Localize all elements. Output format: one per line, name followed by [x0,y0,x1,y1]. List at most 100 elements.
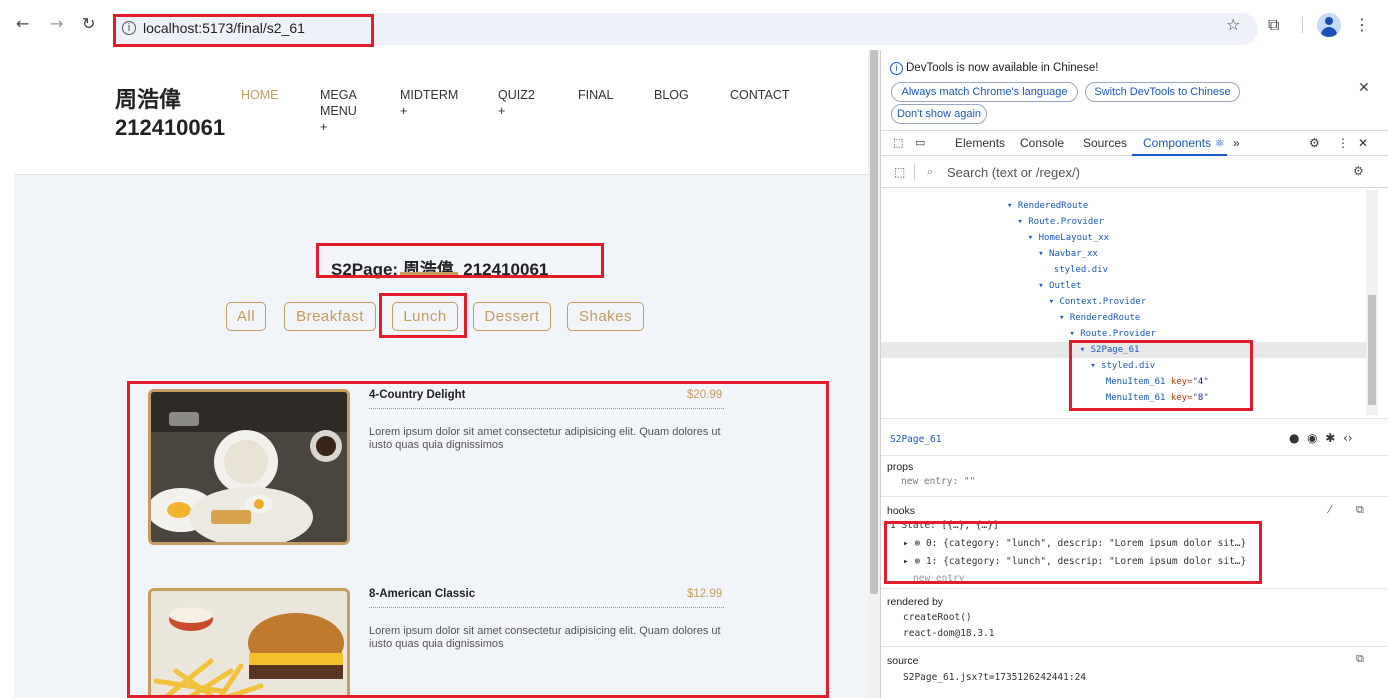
reload-icon[interactable]: ↻ [82,14,95,33]
tree-node-label: ▾ RenderedRoute [1059,313,1141,323]
tree-settings-gear-icon[interactable]: ⚙ [1353,164,1364,178]
expand-arrow-icon[interactable]: ▸ [903,556,909,567]
remove-entry-icon[interactable]: ⊗ [914,538,920,549]
tree-node[interactable]: ▾ Navbar_xx [1038,248,1098,260]
nav-label: HOME [241,88,279,102]
match-language-button[interactable]: Always match Chrome's language [891,82,1078,102]
tree-node[interactable]: styled.div [1054,264,1108,276]
component-action-icons[interactable]: ● ◉ ✱ ‹› [1289,431,1353,445]
view-source-icon[interactable]: ‹› [1343,431,1353,445]
hook-state[interactable]: 1 State: [{…}, {…}] [890,520,999,531]
nav-label: QUIZ2 + [498,88,535,118]
selected-component-name: S2Page_61 [890,434,942,445]
tree-node[interactable]: ▾ Outlet [1038,280,1081,292]
title-underline [400,272,458,275]
tree-node-label: ▾ Route.Provider [1069,329,1157,339]
notice-text: DevTools is now available in Chinese! [906,62,1099,74]
inspect-element-icon[interactable]: ⬚ [893,136,903,149]
scrollbar-thumb[interactable] [870,50,878,594]
page-scrollbar[interactable] [868,50,880,698]
tree-node-key-value: 8 [1197,393,1204,403]
tree-node[interactable]: ▾ HomeLayout_xx [1028,232,1109,244]
filter-lunch-button[interactable]: Lunch [392,302,458,331]
source-location[interactable]: S2Page_61.jsx?t=1735126242441:24 [903,672,1086,683]
hook-state-item[interactable]: ▸ ⊗ 0: {category: "lunch", descrip: "Lor… [903,538,1246,549]
hooks-new-entry[interactable]: new entry [913,573,964,584]
hook-state-item[interactable]: ▸ ⊗ 1: {category: "lunch", descrip: "Lor… [903,556,1246,567]
component-search-bar: ⬚ ⌕ Search (text or /regex/) ⚙ [881,158,1388,188]
nav-quiz2[interactable]: QUIZ2 + [498,87,535,119]
settings-gear-icon[interactable]: ⚙ [1309,136,1320,150]
devtools-panel: i DevTools is now available in Chinese! A… [880,50,1388,698]
star-icon[interactable]: ☆ [1226,15,1240,34]
expand-arrow-icon[interactable]: ▸ [903,538,909,549]
dont-show-again-button[interactable]: Don't show again [891,104,987,124]
more-tabs-icon[interactable]: » [1233,136,1240,150]
copy-source-icon[interactable]: ⧉ [1356,652,1364,666]
tree-node-label: ▾ Outlet [1038,281,1082,291]
tree-node[interactable]: ▾ styled.div [1090,360,1155,372]
back-arrow-icon[interactable]: ← [16,14,29,33]
filter-shakes-button[interactable]: Shakes [567,302,644,331]
forward-arrow-icon[interactable]: → [50,14,63,33]
device-toggle-icon[interactable]: ▭ [915,136,925,149]
nav-home[interactable]: HOME [241,87,279,103]
tree-node[interactable]: ▾ RenderedRoute [1059,312,1140,324]
search-input[interactable]: Search (text or /regex/) [947,165,1080,180]
tree-scrollbar-thumb[interactable] [1368,295,1376,405]
tree-node[interactable]: ▾ Route.Provider [1017,216,1104,228]
tree-node-label: ▾ styled.div [1090,361,1156,371]
item-divider [369,607,724,608]
select-component-icon[interactable]: ⬚ [894,165,905,179]
nav-contact[interactable]: CONTACT [730,87,790,103]
inspect-dom-icon[interactable]: ◉ [1307,431,1317,445]
tree-node-label: ▾ HomeLayout_xx [1027,233,1110,243]
suspend-icon[interactable]: ● [1289,431,1299,445]
bug-icon[interactable]: ✱ [1325,431,1335,445]
menu-item-image [148,588,350,698]
site-brand[interactable]: 周浩偉 212410061 [115,86,225,142]
tab-console[interactable]: Console [1020,136,1064,150]
props-new-entry[interactable]: new entry: "" [901,476,975,487]
item-divider [369,408,724,409]
rendered-by-package: react-dom@18.3.1 [903,628,995,639]
nav-mega-menu[interactable]: MEGA MENU + [320,87,357,135]
switch-chinese-button[interactable]: Switch DevTools to Chinese [1085,82,1240,102]
kebab-menu-icon[interactable]: ⋮ [1354,15,1370,34]
rendered-by-root: createRoot() [903,612,972,623]
tree-node-label: ▾ Context.Provider [1048,297,1147,307]
remove-entry-icon[interactable]: ⊗ [914,556,920,567]
nav-final[interactable]: FINAL [578,87,613,103]
copy-icon[interactable]: ⧉ [1356,503,1364,517]
tab-sources[interactable]: Sources [1083,136,1127,150]
tab-components[interactable]: Components ⚛ [1143,136,1225,150]
tab-elements[interactable]: Elements [955,136,1005,150]
close-icon[interactable]: ✕ [1358,80,1370,96]
magic-wand-icon[interactable]: ⁄ [1329,503,1331,516]
devtools-menu-icon[interactable]: ⋮ [1337,136,1349,150]
tree-node[interactable]: ▾ RenderedRoute [1007,200,1088,212]
info-icon: i [890,62,903,75]
tree-node[interactable]: MenuItem_61 key="8" [1106,392,1209,404]
filter-dessert-button[interactable]: Dessert [473,302,551,331]
close-devtools-icon[interactable]: ✕ [1358,136,1368,150]
devtools-language-notice: i DevTools is now available in Chinese! [890,62,1098,75]
puzzle-icon[interactable]: ⧉ [1268,15,1279,35]
address-bar[interactable]: i localhost:5173/final/s2_61 [112,13,1258,45]
tree-node[interactable]: ▾ Route.Provider [1069,328,1156,340]
rendered-by-label: rendered by [887,596,944,608]
tree-scrollbar[interactable] [1366,190,1378,415]
filter-all-button[interactable]: All [226,302,266,331]
nav-midterm[interactable]: MIDTERM + [400,87,458,119]
tree-node[interactable]: ▾ S2Page_61 [1080,344,1140,356]
filter-breakfast-button[interactable]: Breakfast [284,302,376,331]
site-info-icon[interactable]: i [122,21,136,35]
tree-node-label: ▾ RenderedRoute [1007,201,1089,211]
web-page: 周浩偉 212410061 HOME MEGA MENU + MIDTERM +… [14,50,868,698]
profile-avatar[interactable] [1317,13,1341,37]
tree-node[interactable]: ▾ Context.Provider [1049,296,1147,308]
tree-node[interactable]: MenuItem_61 key="4" [1106,376,1209,388]
menu-item-price: $20.99 [687,389,723,401]
tree-node-label: ▾ S2Page_61 [1079,345,1140,355]
nav-blog[interactable]: BLOG [654,87,689,103]
